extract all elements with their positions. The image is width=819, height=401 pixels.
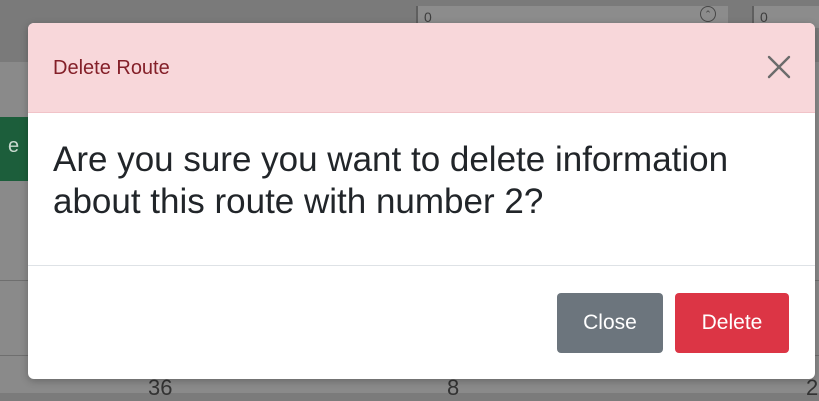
background-spinner-icon: ⌃ [700, 6, 716, 22]
close-button[interactable]: Close [557, 293, 663, 353]
delete-button[interactable]: Delete [675, 293, 789, 353]
delete-route-modal: Delete Route Are you sure you want to de… [28, 23, 815, 379]
modal-footer: Close Delete [28, 266, 815, 379]
modal-header: Delete Route [28, 23, 815, 113]
background-green-button-label: e [8, 135, 20, 157]
modal-body: Are you sure you want to delete informat… [28, 113, 815, 266]
close-icon[interactable] [763, 51, 795, 83]
confirmation-message: Are you sure you want to delete informat… [53, 140, 729, 221]
modal-title: Delete Route [53, 57, 170, 79]
